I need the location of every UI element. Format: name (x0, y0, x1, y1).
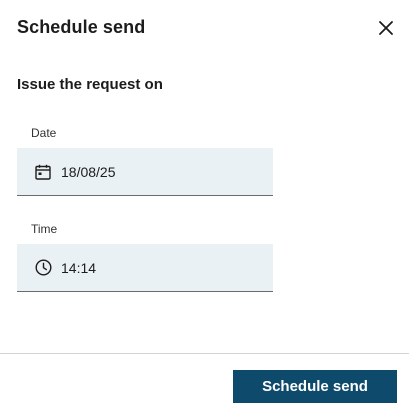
section-heading: Issue the request on (17, 76, 163, 93)
close-icon (379, 21, 393, 35)
calendar-icon (34, 163, 52, 181)
date-field[interactable]: 18/08/25 (17, 148, 273, 196)
schedule-send-dialog: Schedule send Issue the request on Date … (0, 0, 409, 419)
date-label: Date (31, 126, 57, 140)
date-value: 18/08/25 (61, 163, 116, 180)
close-button[interactable] (375, 17, 397, 39)
dialog-title: Schedule send (17, 17, 146, 37)
time-label: Time (31, 222, 58, 236)
schedule-send-button[interactable]: Schedule send (233, 370, 397, 403)
time-field[interactable]: 14:14 (17, 244, 273, 292)
footer-divider (0, 353, 409, 354)
clock-icon (34, 259, 52, 277)
time-value: 14:14 (61, 259, 97, 276)
